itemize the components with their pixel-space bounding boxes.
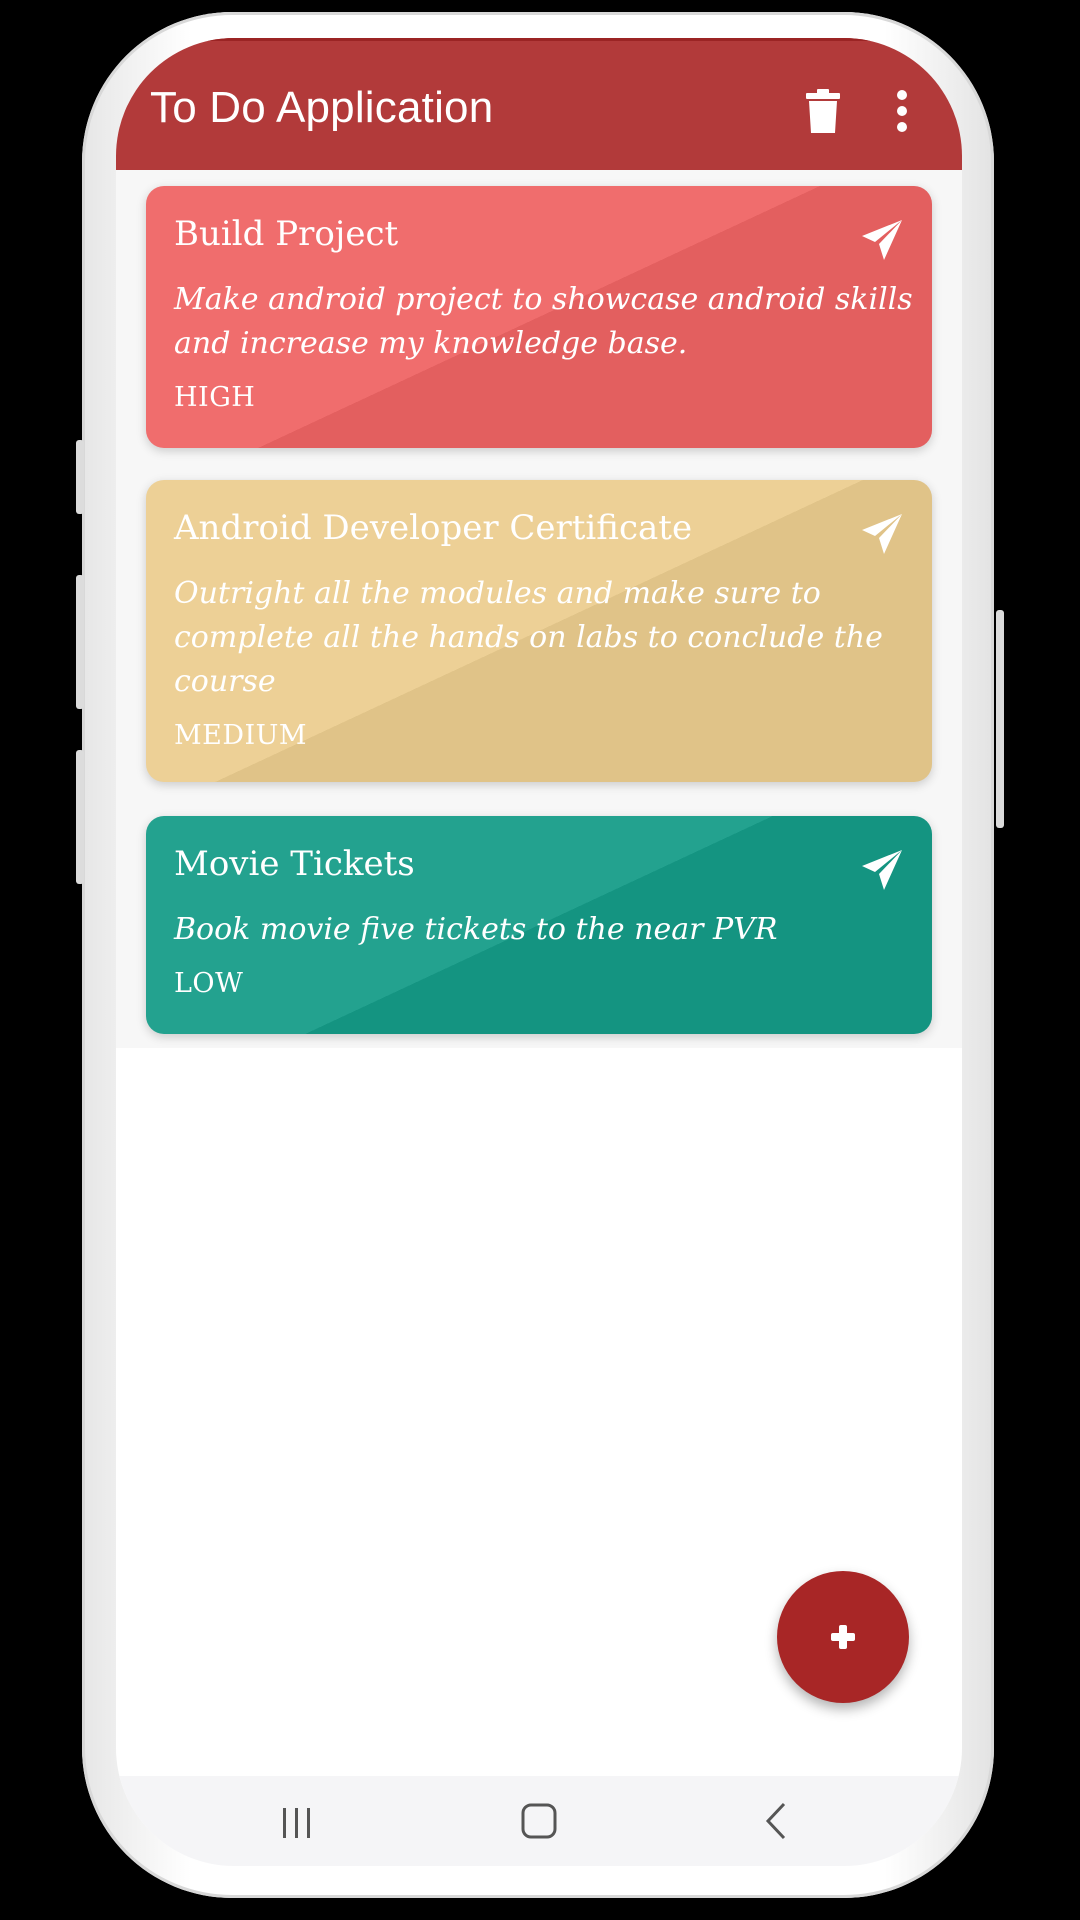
phone-side-button [996,610,1004,828]
plus-icon [839,1625,847,1649]
todo-priority: HIGH [174,382,256,413]
todo-description: Book movie five tickets to the near PVR [174,912,778,947]
home-icon[interactable] [509,1796,569,1846]
phone-side-button [76,575,84,709]
phone-side-button [76,440,84,514]
phone-side-button [76,750,84,884]
todo-title: Movie Tickets [174,844,415,884]
todo-title: Build Project [174,214,399,254]
todo-priority: MEDIUM [174,720,308,751]
todo-description: Make android project to showcase android… [174,282,913,361]
todo-title: Android Developer Certificate [174,508,693,548]
app-bar: To Do Application [116,38,962,170]
todo-card[interactable]: Movie Tickets Book movie five tickets to… [146,816,932,1034]
todo-list: Build Project Make android project to sh… [116,170,962,1048]
send-icon[interactable] [862,850,902,890]
send-icon[interactable] [862,514,902,554]
send-icon[interactable] [862,220,902,260]
app-title: To Do Application [150,83,494,132]
todo-card[interactable]: Android Developer Certificate Outright a… [146,480,932,782]
recents-icon[interactable] [266,1796,326,1846]
system-nav-bar [116,1776,962,1866]
app-screen: To Do Application Build Project Make and… [116,38,962,1866]
back-icon[interactable] [746,1796,806,1846]
add-todo-button[interactable] [777,1571,909,1703]
more-vert-icon[interactable] [892,89,912,133]
todo-description: Outright all the modules and make sure t… [174,576,883,699]
trash-icon[interactable] [806,89,840,133]
todo-card[interactable]: Build Project Make android project to sh… [146,186,932,448]
todo-priority: LOW [174,968,244,999]
